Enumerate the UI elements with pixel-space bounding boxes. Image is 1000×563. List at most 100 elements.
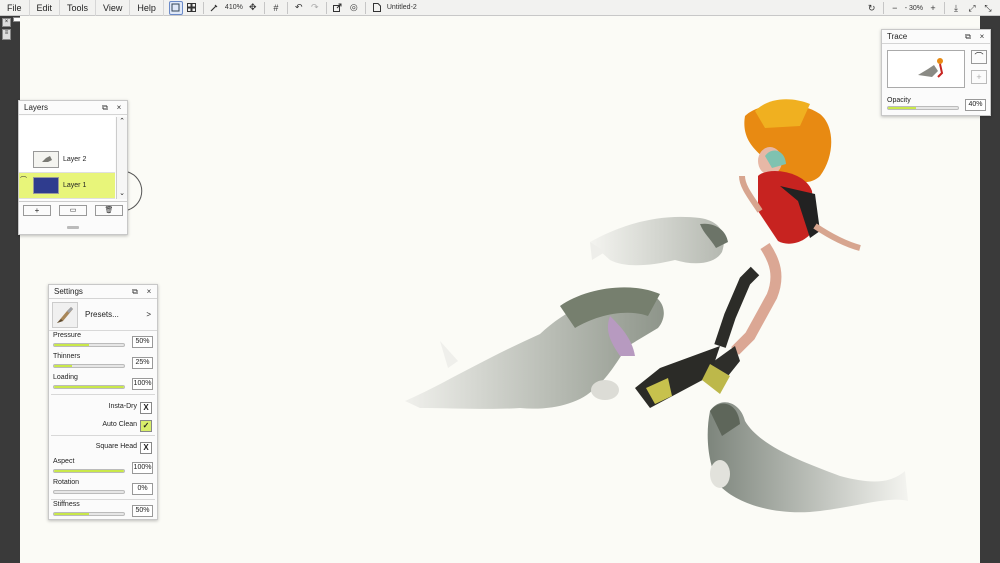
toggle-label: Square Head — [95, 443, 137, 450]
zoom-readout-value: 30% — [908, 4, 923, 12]
trace-preview[interactable] — [887, 50, 965, 88]
undo-icon[interactable]: ↶ — [292, 1, 306, 15]
slider-value[interactable]: 100% — [132, 462, 153, 474]
thinners-slider[interactable]: Thinners 25% — [49, 352, 157, 373]
settings-header: Settings ⧉ × — [49, 285, 157, 299]
slider-track[interactable] — [53, 385, 125, 389]
redo-icon[interactable]: ↷ — [308, 1, 322, 15]
close-icon[interactable]: × — [113, 102, 125, 113]
target-icon[interactable]: ◎ — [347, 1, 361, 15]
scroll-up-icon[interactable]: ⌃ — [117, 117, 127, 127]
zoom-in-icon[interactable]: + — [926, 1, 940, 15]
pan-icon[interactable]: ✥ — [246, 1, 260, 15]
collapse-icon[interactable]: ⤡ — [981, 1, 995, 15]
slider-track[interactable] — [53, 490, 125, 494]
canvas-artwork — [127, 99, 908, 513]
layer-row-2[interactable]: Layer 2 — [19, 147, 115, 173]
painting-canvas[interactable] — [20, 16, 980, 563]
layers-title: Layers — [24, 103, 49, 112]
auto-clean-toggle[interactable]: Auto Clean ✓ — [49, 417, 157, 435]
layer-name: Layer 2 — [63, 156, 87, 163]
add-layer-button[interactable]: + — [23, 205, 51, 216]
rotate-view-icon[interactable]: ↻ — [865, 1, 879, 15]
close-icon[interactable]: × — [143, 286, 155, 297]
rotation-slider[interactable]: Rotation 0% — [49, 478, 157, 499]
toggle-label: Auto Clean — [102, 421, 137, 428]
export-icon[interactable] — [331, 1, 345, 15]
menu-tools[interactable]: Tools — [60, 0, 97, 16]
slider-fill — [54, 386, 124, 388]
toggle-checkbox[interactable]: ✓ — [140, 420, 152, 432]
opacity-label: Opacity — [887, 97, 911, 104]
layer-thumbnail — [33, 151, 59, 168]
presets-label: Presets... — [85, 310, 119, 319]
slider-value[interactable]: 50% — [132, 336, 153, 348]
fullscreen-icon[interactable]: ⤢ — [965, 1, 979, 15]
canvas-view-icon[interactable] — [168, 0, 183, 15]
opacity-value[interactable]: 40% — [965, 99, 986, 111]
insta-dry-toggle[interactable]: Insta-Dry X — [49, 399, 157, 417]
slider-fill — [888, 107, 916, 109]
slider-value[interactable]: 0% — [132, 483, 153, 495]
download-icon[interactable]: ⤓ — [949, 1, 963, 15]
layer-row-1[interactable]: ⌒ Layer 1 — [19, 173, 115, 199]
close-icon[interactable]: × — [976, 31, 988, 42]
trace-panel: Trace ⧉ × ⌒ + Opacity 40% — [881, 29, 991, 116]
slider-fill — [54, 344, 89, 346]
slider-fill — [54, 470, 124, 472]
trace-curve-button[interactable]: ⌒ — [971, 50, 987, 64]
brush-cursor-outline — [127, 171, 143, 211]
layer-name: Layer 1 — [63, 182, 87, 189]
panel-grip[interactable] — [67, 226, 79, 229]
opacity-slider[interactable] — [887, 106, 959, 110]
grid-icon[interactable]: # — [269, 1, 283, 15]
menu-edit[interactable]: Edit — [30, 0, 61, 16]
folder-button[interactable]: ▭ — [59, 205, 87, 216]
small-creature — [590, 216, 728, 266]
zoom-out-icon[interactable]: − — [888, 1, 902, 15]
slider-label: Loading — [53, 374, 78, 381]
menu-bar: File Edit Tools View Help 410% ✥ # ↶ ↷ ◎… — [0, 0, 1000, 16]
menu-small-icon[interactable]: ≡ — [2, 29, 11, 40]
menu-file[interactable]: File — [0, 0, 30, 16]
slider-label: Thinners — [53, 353, 81, 360]
slider-value[interactable]: 50% — [132, 505, 153, 517]
aspect-slider[interactable]: Aspect 100% — [49, 457, 157, 478]
trace-thumbnail — [918, 58, 944, 78]
slider-track[interactable] — [53, 512, 125, 516]
layers-panel: Layers ⧉ × Layer 2 ⌒ Layer 1 ⌃ ⌄ + ▭ 🗑 — [18, 100, 128, 235]
slider-track[interactable] — [53, 469, 125, 473]
slider-fill — [54, 365, 72, 367]
slider-value[interactable]: 25% — [132, 357, 153, 369]
trace-header: Trace ⧉ × — [882, 30, 990, 44]
eyedropper-icon[interactable] — [208, 1, 222, 15]
dock-icon[interactable]: ⧉ — [962, 31, 974, 42]
toggle-checkbox[interactable]: X — [140, 402, 152, 414]
stiffness-slider[interactable]: Stiffness 50% — [49, 500, 157, 521]
square-head-toggle[interactable]: Square Head X — [49, 439, 157, 457]
toggle-checkbox[interactable]: X — [140, 442, 152, 454]
presets-row[interactable]: Presets... > — [49, 299, 157, 331]
zoom-level: 410% — [224, 4, 243, 11]
slider-value[interactable]: 100% — [132, 378, 153, 390]
document-title: Untitled-2 — [386, 4, 417, 11]
close-small-icon[interactable]: × — [2, 18, 11, 27]
pressure-slider[interactable]: Pressure 50% — [49, 331, 157, 352]
trace-title: Trace — [887, 32, 908, 41]
dock-icon[interactable]: ⧉ — [99, 102, 111, 113]
dock-icon[interactable]: ⧉ — [129, 286, 141, 297]
slider-track[interactable] — [53, 364, 125, 368]
slider-label: Rotation — [53, 479, 80, 486]
delete-layer-button[interactable]: 🗑 — [95, 205, 123, 216]
document-icon — [370, 1, 384, 15]
trace-crosshair-button[interactable]: + — [971, 70, 987, 84]
slider-label: Pressure — [53, 332, 82, 339]
slider-fill — [54, 513, 89, 515]
scroll-down-icon[interactable]: ⌄ — [117, 189, 127, 199]
layers-scrollbar[interactable]: ⌃ ⌄ — [116, 117, 127, 199]
loading-slider[interactable]: Loading 100% — [49, 373, 157, 394]
grid-view-icon[interactable] — [185, 1, 199, 15]
menu-help[interactable]: Help — [130, 0, 164, 16]
menu-view[interactable]: View — [96, 0, 131, 16]
slider-track[interactable] — [53, 343, 125, 347]
